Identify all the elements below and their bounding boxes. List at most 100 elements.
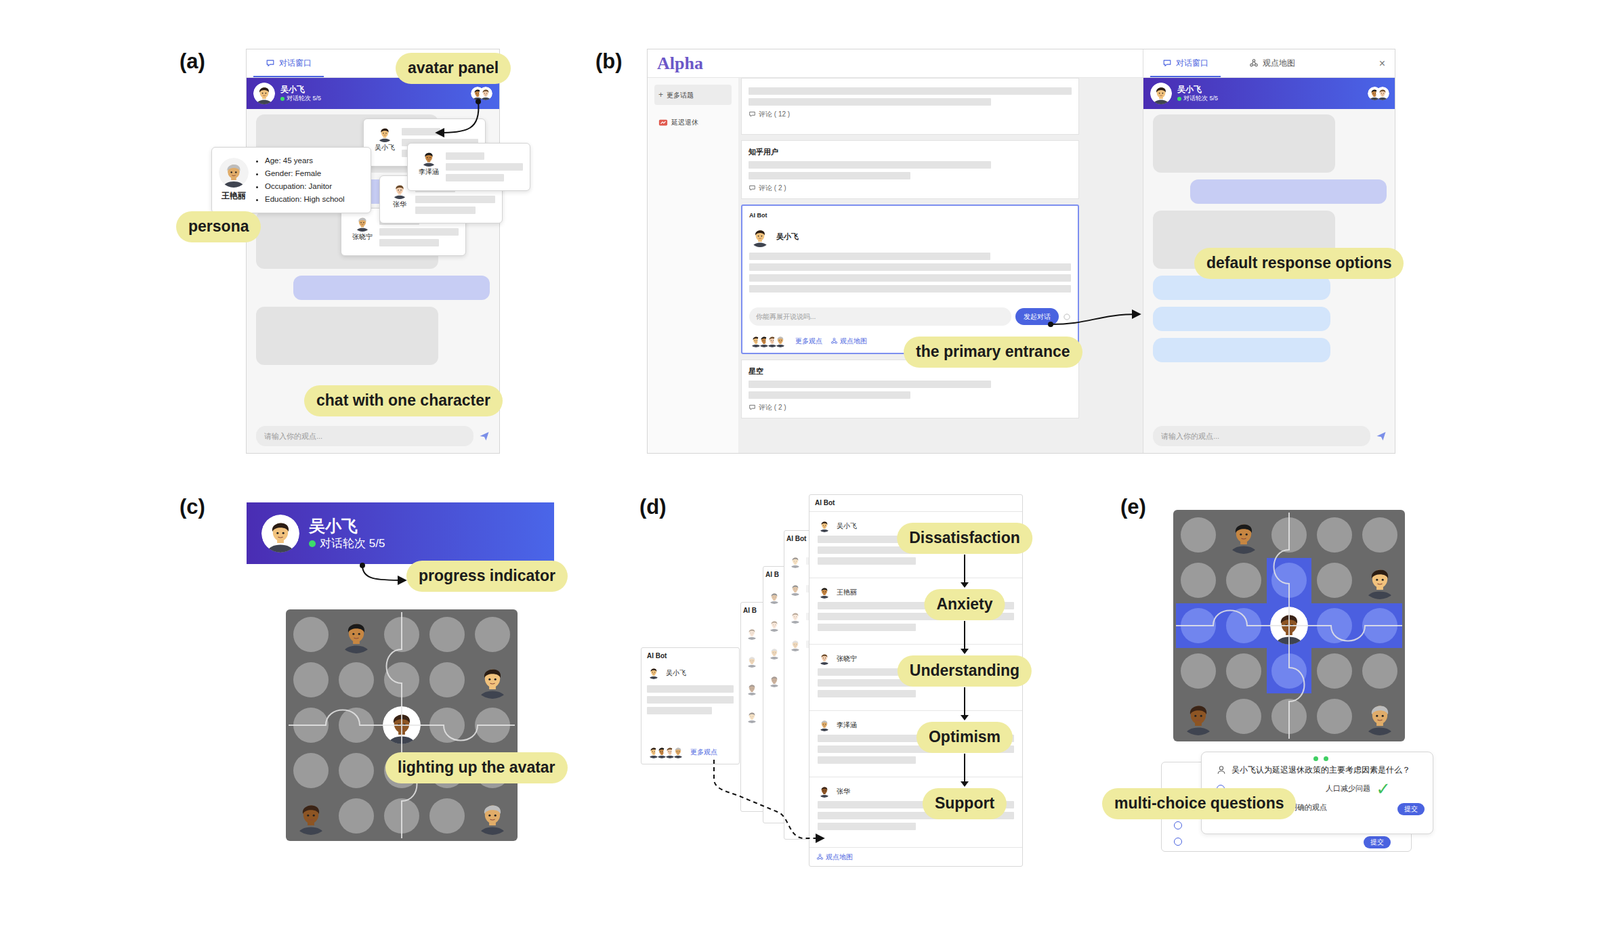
avatar-group[interactable] [646, 745, 685, 759]
grid-cell[interactable] [424, 793, 470, 839]
grid-cell[interactable] [1311, 693, 1357, 740]
grid-slot [293, 753, 329, 789]
comments[interactable]: 评论 ( 2 ) [748, 402, 1072, 413]
submit-button[interactable]: 提交 [1363, 836, 1391, 849]
grid-cell[interactable] [469, 703, 515, 749]
submit-button[interactable]: 提交 [1397, 803, 1425, 816]
avatar-panel[interactable] [1367, 86, 1390, 101]
view-map-link[interactable]: 观点地图 [816, 852, 1016, 863]
tab-label: 对话窗口 [279, 56, 312, 70]
grid-cell[interactable] [288, 703, 334, 749]
grid-cell[interactable] [1266, 693, 1313, 740]
avatar-icon [1224, 516, 1263, 555]
feed-card: 评论 ( 12 ) [741, 77, 1080, 135]
grid-cell[interactable] [1266, 648, 1313, 694]
sidebar-label: 延迟退休 [671, 117, 699, 128]
grid-cell[interactable] [1311, 648, 1357, 694]
feed-card: 星空评论 ( 2 ) [741, 359, 1080, 419]
tab[interactable]: 观点地图 [1236, 49, 1308, 78]
feed-card: 知乎用户评论 ( 2 ) [741, 140, 1080, 200]
response-option[interactable] [1152, 338, 1331, 363]
grid-cell[interactable] [1356, 693, 1403, 740]
sidebar-item[interactable]: 延迟退休 [654, 113, 732, 132]
close-button[interactable]: × [1375, 55, 1390, 72]
grid-cell[interactable] [1175, 512, 1222, 559]
avatar-icon [671, 745, 685, 759]
grid-cell[interactable] [288, 657, 334, 704]
grid-cell[interactable] [1221, 693, 1267, 740]
tab[interactable]: 对话窗口 [253, 49, 324, 78]
viewpoint-row[interactable]: 王艳丽Anxiety [809, 577, 1023, 645]
viewpoint-row[interactable]: 张晓宁Understanding [809, 644, 1023, 711]
grid-cell[interactable] [1221, 558, 1267, 604]
grid-cell[interactable] [288, 612, 334, 658]
radio-column [1173, 821, 1183, 849]
start-chat-button[interactable]: 发起对话 [1015, 308, 1059, 326]
character-card[interactable]: 李泽涵 [407, 142, 531, 192]
grid-cell[interactable] [333, 657, 380, 704]
radio[interactable] [1173, 837, 1183, 847]
avatar-panel[interactable] [470, 86, 493, 101]
grid-cell[interactable] [379, 793, 425, 839]
grid-cell[interactable] [379, 612, 425, 658]
grid-cell[interactable] [424, 612, 470, 658]
grid-cell[interactable] [1356, 512, 1403, 559]
sidebar-item[interactable]: +更多话题 [654, 84, 732, 105]
ask-input[interactable] [749, 307, 1012, 326]
grid-cell[interactable] [424, 657, 470, 704]
grid-cell[interactable] [469, 657, 515, 704]
grid-cell[interactable] [1356, 648, 1403, 694]
viewpoint-row[interactable]: 李泽涵Optimism [809, 710, 1023, 777]
viewpoint-row[interactable]: 张华Support [809, 776, 1023, 844]
grid-slot [1362, 608, 1398, 644]
response-option[interactable] [1152, 275, 1331, 301]
response-option[interactable] [1152, 306, 1331, 332]
grid-cell[interactable] [1175, 558, 1222, 604]
comments[interactable]: 评论 ( 12 ) [748, 109, 1072, 120]
message-input[interactable] [256, 426, 474, 448]
chat-header: 吴小飞对话轮次 5/5 [246, 502, 555, 565]
grid-cell[interactable] [1266, 603, 1313, 649]
grid-cell[interactable] [379, 703, 425, 749]
radio[interactable] [1173, 821, 1183, 830]
grid-cell[interactable] [1221, 648, 1267, 694]
grid-cell[interactable] [1311, 603, 1357, 649]
grid-cell[interactable] [1175, 603, 1222, 649]
view-map-link[interactable]: 观点地图 [830, 335, 868, 347]
grid-cell[interactable] [469, 612, 515, 658]
viewpoint-row[interactable]: 吴小飞Dissatisfaction [809, 511, 1023, 578]
more-views-link[interactable]: 更多观点 [690, 747, 718, 758]
grid-cell[interactable] [1266, 512, 1313, 559]
comments[interactable]: 评论 ( 2 ) [748, 182, 1072, 194]
tab[interactable]: 对话窗口 [1150, 49, 1221, 78]
grid-slot [429, 662, 465, 698]
viewpoint-stack: AI BotAI BAI BAI Bot吴小飞更多观点AI Bot吴小飞Diss… [640, 494, 1023, 869]
grid-cell[interactable] [333, 612, 380, 658]
grid-slot [1362, 517, 1398, 553]
grid-cell[interactable] [1221, 512, 1267, 559]
grid-cell[interactable] [1221, 603, 1267, 649]
grid-cell[interactable] [424, 703, 470, 749]
grid-cell[interactable] [333, 747, 380, 794]
avatar-icon [767, 674, 782, 688]
grid-cell[interactable] [1175, 693, 1222, 740]
grid-cell[interactable] [1311, 512, 1357, 559]
grid-cell[interactable] [333, 793, 380, 839]
grid-cell[interactable] [1356, 558, 1403, 604]
avatar-group[interactable] [749, 333, 788, 348]
grid-cell[interactable] [288, 747, 334, 794]
grid-cell[interactable] [1175, 648, 1222, 694]
author-name: 王艳丽 [836, 587, 857, 598]
sidebar-label: 更多话题 [666, 90, 694, 101]
message-input[interactable] [1152, 426, 1371, 448]
grid-cell[interactable] [469, 793, 515, 839]
grid-cell[interactable] [1311, 558, 1357, 604]
grid-cell[interactable] [1266, 558, 1313, 604]
grid-cell[interactable] [1356, 603, 1403, 649]
emotion-label: Support [922, 788, 1007, 820]
grid-cell[interactable] [288, 793, 334, 839]
more-views-link[interactable]: 更多观点 [795, 335, 823, 347]
grid-cell[interactable] [379, 657, 425, 704]
avatar-icon [382, 706, 421, 745]
grid-cell[interactable] [333, 703, 380, 749]
